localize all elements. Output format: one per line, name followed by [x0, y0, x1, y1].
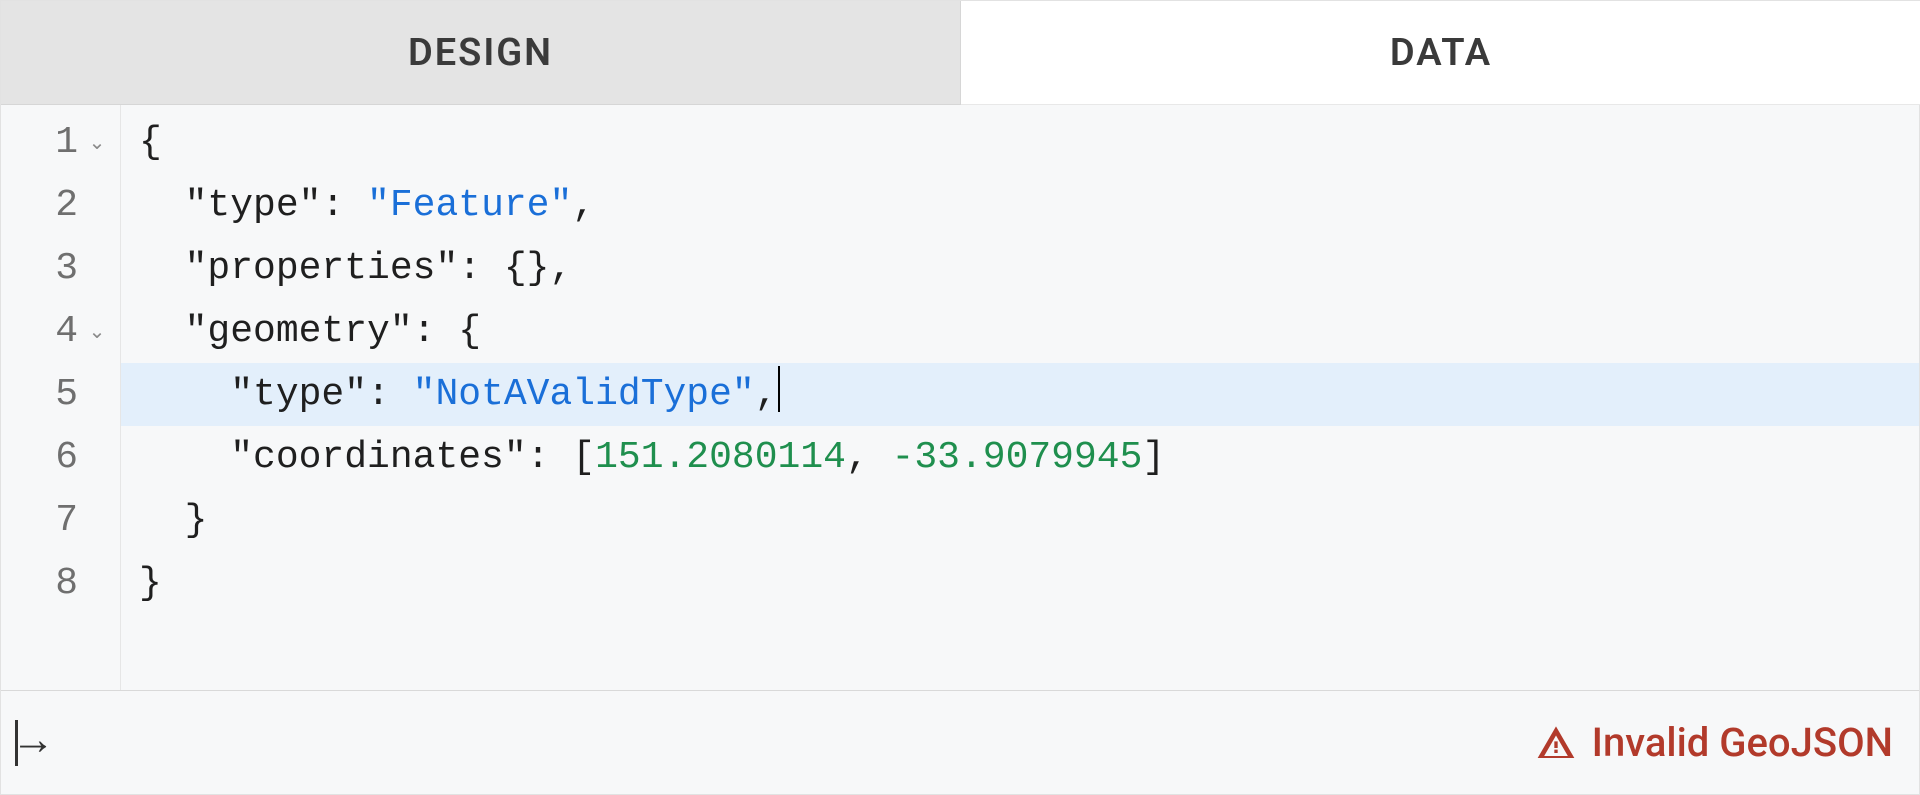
warning-icon [1536, 723, 1576, 763]
tab-design[interactable]: DESIGN [1, 1, 961, 105]
indent-toggle-button[interactable]: → [15, 718, 42, 768]
fold-toggle-icon[interactable]: ⌄ [86, 130, 108, 156]
code-editor[interactable]: 1⌄2 3 4⌄5 6 7 8 { "type": "Feature", "pr… [1, 105, 1919, 690]
code-line[interactable]: } [121, 552, 1919, 615]
code-line[interactable]: "type": "Feature", [121, 174, 1919, 237]
code-line[interactable]: "coordinates": [151.2080114, -33.9079945… [121, 426, 1919, 489]
line-number: 3 [1, 237, 120, 300]
code-line[interactable]: { [121, 111, 1919, 174]
code-line[interactable]: "properties": {}, [121, 237, 1919, 300]
text-cursor [778, 366, 780, 412]
code-line[interactable]: "type": "NotAValidType", [121, 363, 1919, 426]
line-number: 6 [1, 426, 120, 489]
tab-bar: DESIGN DATA [1, 1, 1919, 105]
line-number: 5 [1, 363, 120, 426]
fold-toggle-icon[interactable]: ⌄ [86, 319, 108, 345]
line-number-gutter: 1⌄2 3 4⌄5 6 7 8 [1, 105, 121, 690]
line-number: 2 [1, 174, 120, 237]
arrow-right-icon: → [20, 718, 42, 768]
editor-panel: DESIGN DATA 1⌄2 3 4⌄5 6 7 8 { "type": "F… [0, 0, 1920, 795]
code-area[interactable]: { "type": "Feature", "properties": {}, "… [121, 105, 1919, 690]
status-bar: → Invalid GeoJSON [1, 690, 1919, 794]
validation-error: Invalid GeoJSON [1536, 719, 1893, 766]
pipe-icon [15, 720, 18, 766]
error-text: Invalid GeoJSON [1592, 719, 1893, 766]
code-line[interactable]: "geometry": { [121, 300, 1919, 363]
code-line[interactable]: } [121, 489, 1919, 552]
line-number: 7 [1, 489, 120, 552]
line-number: 8 [1, 552, 120, 615]
line-number: 4⌄ [1, 300, 120, 363]
line-number: 1⌄ [1, 111, 120, 174]
tab-data[interactable]: DATA [961, 1, 1920, 105]
